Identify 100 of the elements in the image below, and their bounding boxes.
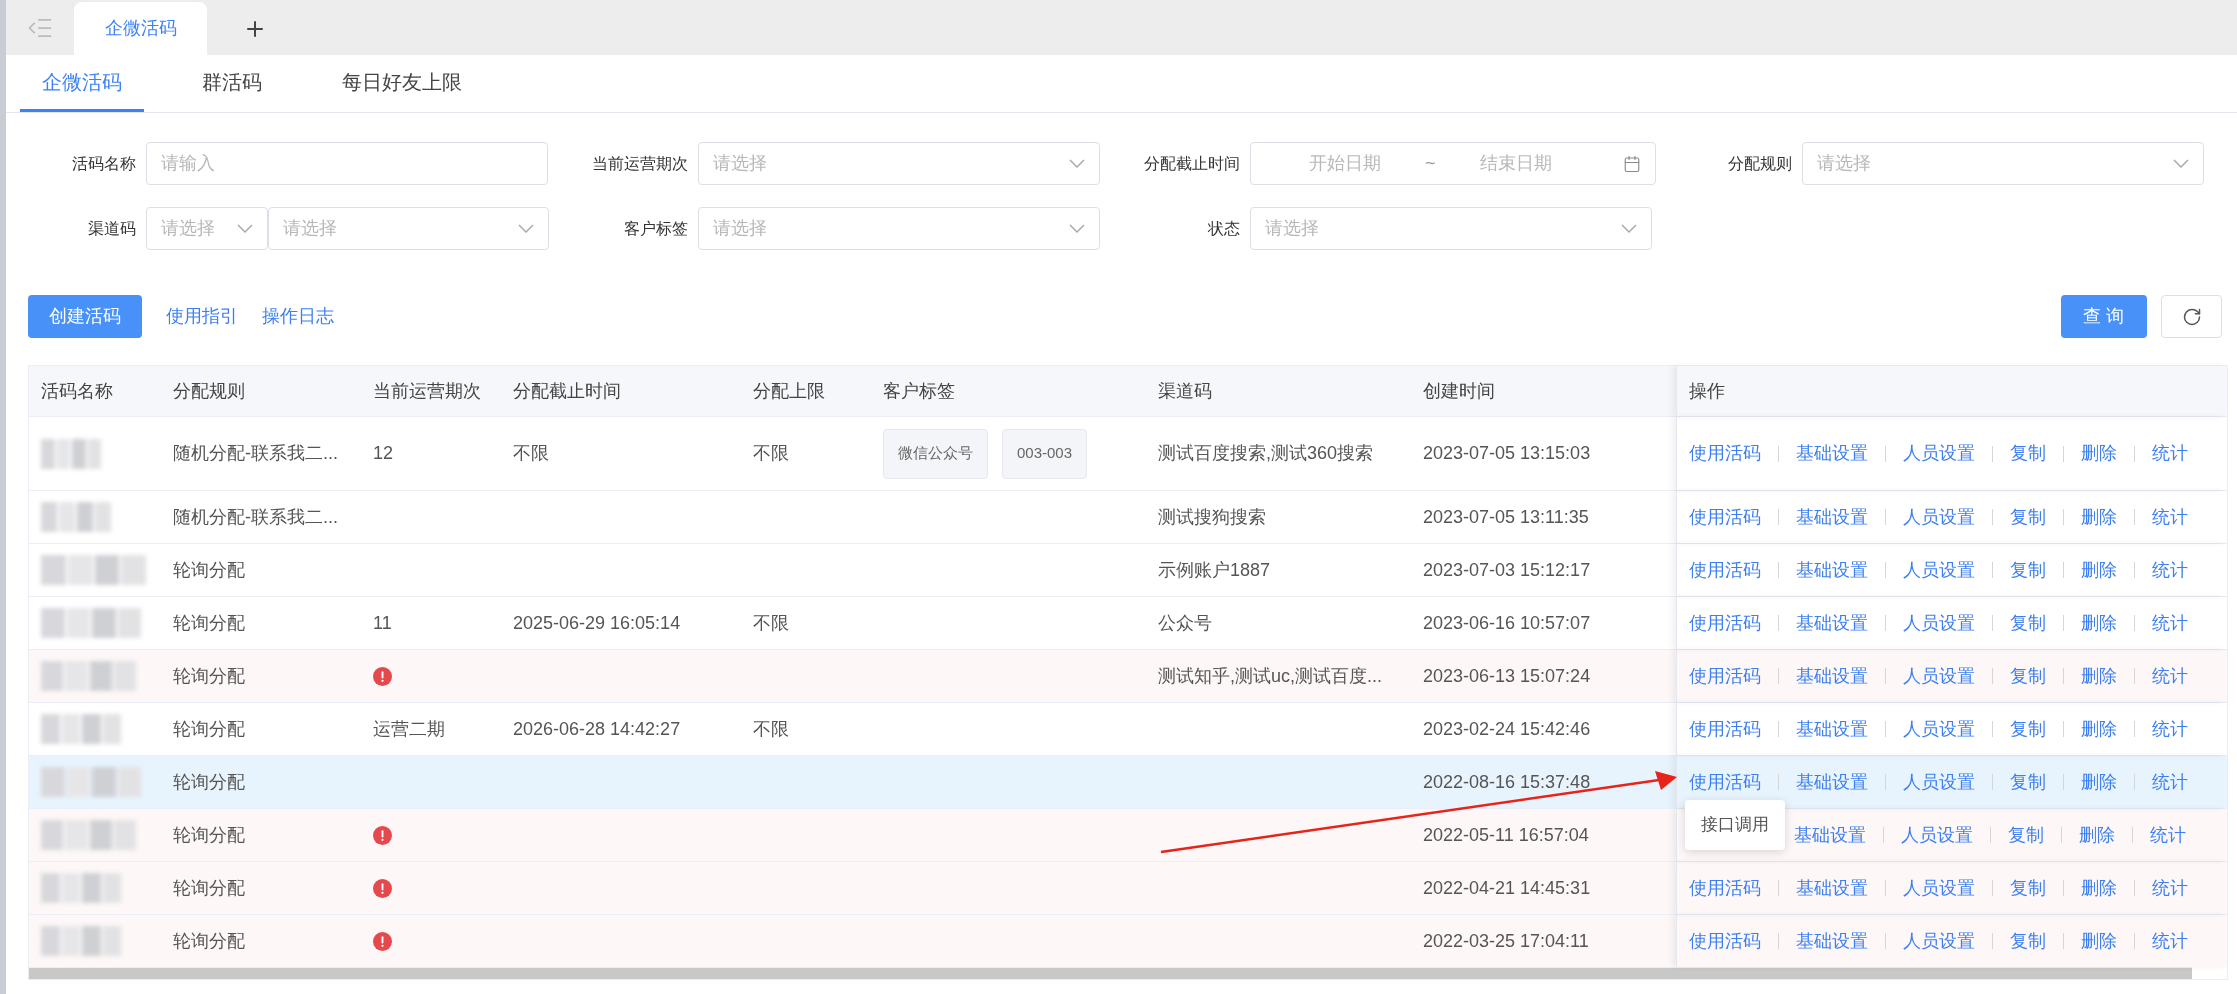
action-link[interactable]: 使用活码: [1689, 874, 1761, 902]
table-row[interactable]: 轮询分配 运营二期 2026-06-28 14:42:27 不限 2023-02-24 15:42:46 使用活码 基础设置 人员设置 复制 删除 统计: [29, 702, 2227, 755]
action-link[interactable]: 人员设置: [1903, 927, 1975, 955]
table-row[interactable]: 轮询分配 2022-03-25 17:04:11 使用活码 基础设置 人员设置 复制 删除 统计: [29, 914, 2227, 967]
tab[interactable]: 群活码: [180, 55, 284, 112]
action-link[interactable]: 使用活码: [1689, 768, 1761, 796]
select-field[interactable]: 请选择: [146, 207, 268, 250]
tab[interactable]: 企微活码: [20, 55, 144, 112]
select-field[interactable]: 请选择: [1802, 142, 2204, 185]
action-link[interactable]: 人员设置: [1903, 768, 1975, 796]
action-link[interactable]: 复制: [2010, 874, 2046, 902]
action-link[interactable]: 人员设置: [1903, 440, 1975, 467]
action-link[interactable]: 复制: [2010, 440, 2046, 467]
chevron-icon: [1621, 224, 1637, 233]
action-link[interactable]: 删除: [2081, 927, 2117, 955]
action-link[interactable]: 删除: [2081, 768, 2117, 796]
action-link[interactable]: 复制: [2010, 503, 2046, 531]
action-link[interactable]: 基础设置: [1796, 715, 1868, 743]
window-tab[interactable]: 企微活码: [74, 2, 207, 55]
action-link[interactable]: 基础设置: [1796, 556, 1868, 584]
action-link[interactable]: 复制: [2010, 662, 2046, 690]
link[interactable]: 操作日志: [262, 303, 334, 330]
refresh-button[interactable]: [2161, 295, 2222, 338]
action-link[interactable]: 统计: [2152, 874, 2188, 902]
select-field[interactable]: 请选择: [268, 207, 549, 250]
table-row[interactable]: 轮询分配 示例账户1887 2023-07-03 15:12:17 使用活码 基础设置 人员设置 复制 删除 统计: [29, 543, 2227, 596]
action-link[interactable]: 使用活码: [1689, 609, 1761, 637]
table-row[interactable]: 轮询分配 11 2025-06-29 16:05:14 不限 公众号 2023-06-16 10:57:07 使用活码 基础设置 人员设置 复制 删除 统计: [29, 596, 2227, 649]
action-link[interactable]: 删除: [2081, 662, 2117, 690]
filter-label: 状态: [1207, 218, 1241, 239]
action-link[interactable]: 使用活码: [1689, 440, 1761, 467]
action-link[interactable]: 人员设置: [1903, 874, 1975, 902]
action-link[interactable]: 基础设置: [1794, 821, 1866, 849]
table-row[interactable]: 随机分配-联系我二... 测试搜狗搜索 2023-07-05 13:11:35 使用活码 基础设置 人员设置 复制 删除 统计: [29, 490, 2227, 543]
action-link[interactable]: 统计: [2152, 503, 2188, 531]
table-cell-text: 轮询分配: [173, 611, 245, 635]
action-link[interactable]: 复制: [2010, 927, 2046, 955]
query-button[interactable]: 查 询: [2061, 295, 2147, 338]
table-cell-text: 2023-06-13 15:07:24: [1423, 664, 1591, 688]
action-link[interactable]: 统计: [2150, 821, 2186, 849]
filter-label: 当前运营期次: [591, 153, 689, 174]
select-field[interactable]: 请选择: [698, 207, 1100, 250]
select-field[interactable]: 请选择: [1250, 207, 1652, 250]
action-link[interactable]: 统计: [2152, 768, 2188, 796]
action-link[interactable]: 复制: [2010, 556, 2046, 584]
tab[interactable]: 每日好友上限: [320, 55, 484, 112]
table-cell-text: 不限: [513, 442, 549, 465]
filter-label: 活码名称: [71, 153, 137, 174]
refresh-icon: [2181, 306, 2202, 327]
action-link[interactable]: 删除: [2081, 874, 2117, 902]
table-cell-text: 2022-03-25 17:04:11: [1423, 929, 1589, 953]
chevron-icon: [237, 224, 253, 233]
table-cell-text: 2023-07-03 15:12:17: [1423, 558, 1591, 582]
action-link[interactable]: 基础设置: [1796, 874, 1868, 902]
action-link[interactable]: 统计: [2152, 927, 2188, 955]
action-link[interactable]: 使用活码: [1689, 503, 1761, 531]
calendar-icon: [1623, 154, 1641, 173]
action-link[interactable]: 人员设置: [1903, 609, 1975, 637]
action-link[interactable]: 人员设置: [1903, 503, 1975, 531]
action-link[interactable]: 复制: [2010, 768, 2046, 796]
link[interactable]: 使用指引: [166, 303, 238, 330]
action-link[interactable]: 统计: [2152, 662, 2188, 690]
action-link[interactable]: 复制: [2010, 715, 2046, 743]
table-row[interactable]: 轮询分配 测试知乎,测试uc,测试百度... 2023-06-13 15:07:24 使用活码 基础设置 人员设置 复制 删除 统计: [29, 649, 2227, 702]
action-link[interactable]: 基础设置: [1796, 609, 1868, 637]
action-link[interactable]: 人员设置: [1903, 715, 1975, 743]
action-link[interactable]: 删除: [2081, 503, 2117, 531]
select-field[interactable]: 请选择: [698, 142, 1100, 185]
action-link[interactable]: 使用活码: [1689, 662, 1761, 690]
table-cell-text: 测试搜狗搜索: [1158, 505, 1266, 529]
action-link[interactable]: 使用活码: [1689, 556, 1761, 584]
action-link[interactable]: 复制: [2010, 609, 2046, 637]
scrollbar[interactable]: [29, 967, 2192, 979]
create-button[interactable]: 创建活码: [28, 295, 142, 338]
column-header: 活码名称: [41, 379, 113, 403]
action-link[interactable]: 删除: [2081, 556, 2117, 584]
action-link[interactable]: 删除: [2079, 821, 2115, 849]
action-link[interactable]: 统计: [2152, 715, 2188, 743]
action-link[interactable]: 统计: [2152, 609, 2188, 637]
input-field[interactable]: 请输入: [146, 142, 548, 185]
action-link[interactable]: 使用活码: [1689, 927, 1761, 955]
action-link[interactable]: 人员设置: [1901, 821, 1973, 849]
action-link[interactable]: 基础设置: [1796, 440, 1868, 467]
action-link[interactable]: 删除: [2081, 440, 2117, 467]
date-range-field[interactable]: 开始日期 ~ 结束日期: [1250, 142, 1656, 185]
action-link[interactable]: 基础设置: [1796, 768, 1868, 796]
action-link[interactable]: 基础设置: [1796, 503, 1868, 531]
table-row[interactable]: 随机分配-联系我二... 12 不限 不限 微信公众号 003-003 测试百度搜索,测试360搜索 2023-07-05 13:15:03 使用活码 基础设置 人员设置 复制 删除 统计: [29, 416, 2227, 490]
action-link[interactable]: 人员设置: [1903, 556, 1975, 584]
action-link[interactable]: 复制: [2008, 821, 2044, 849]
table-row[interactable]: 轮询分配 2022-04-21 14:45:31 使用活码 基础设置 人员设置 复制 删除 统计: [29, 861, 2227, 914]
action-link[interactable]: 删除: [2081, 609, 2117, 637]
action-link[interactable]: 使用活码: [1689, 715, 1761, 743]
table-cell-text: 示例账户1887: [1158, 558, 1271, 582]
action-link[interactable]: 统计: [2152, 440, 2188, 467]
action-link[interactable]: 删除: [2081, 715, 2117, 743]
action-link[interactable]: 人员设置: [1903, 662, 1975, 690]
action-link[interactable]: 基础设置: [1796, 927, 1868, 955]
action-link[interactable]: 统计: [2152, 556, 2188, 584]
action-link[interactable]: 基础设置: [1796, 662, 1868, 690]
